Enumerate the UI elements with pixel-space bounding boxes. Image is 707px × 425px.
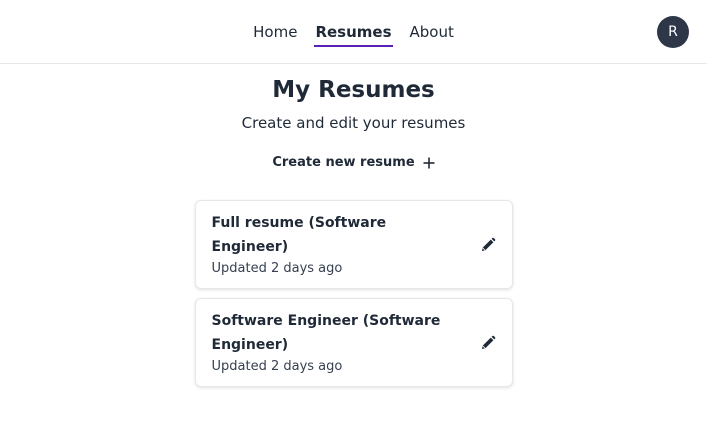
resume-card[interactable]: Full resume (Software Engineer) Updated … [194,200,513,289]
nav-home-link[interactable]: Home [252,22,298,42]
resume-title: Software Engineer (Software Engineer) [211,313,441,353]
main-nav: Home Resumes About [0,0,707,64]
resume-card[interactable]: Software Engineer (Software Engineer) Up… [194,298,513,387]
pencil-icon[interactable] [480,237,496,253]
resume-title: Full resume (Software Engineer) [211,215,387,255]
user-avatar[interactable]: R [657,16,689,48]
nav-resumes-link[interactable]: Resumes [314,22,393,47]
plus-icon [423,157,435,168]
page-title: My Resumes [272,77,435,103]
resume-updated: Updated 2 days ago [211,261,343,276]
nav-about-link[interactable]: About [409,22,455,42]
resume-list: Full resume (Software Engineer) Updated … [194,200,513,387]
main-content: My Resumes Create and edit your resumes … [0,75,707,387]
create-resume-button[interactable]: Create new resume [272,155,435,170]
create-resume-label: Create new resume [272,155,415,170]
pencil-icon[interactable] [480,335,496,351]
top-navbar: Home Resumes About R [0,0,707,64]
resume-updated: Updated 2 days ago [211,359,343,374]
page-subtitle: Create and edit your resumes [241,114,466,132]
